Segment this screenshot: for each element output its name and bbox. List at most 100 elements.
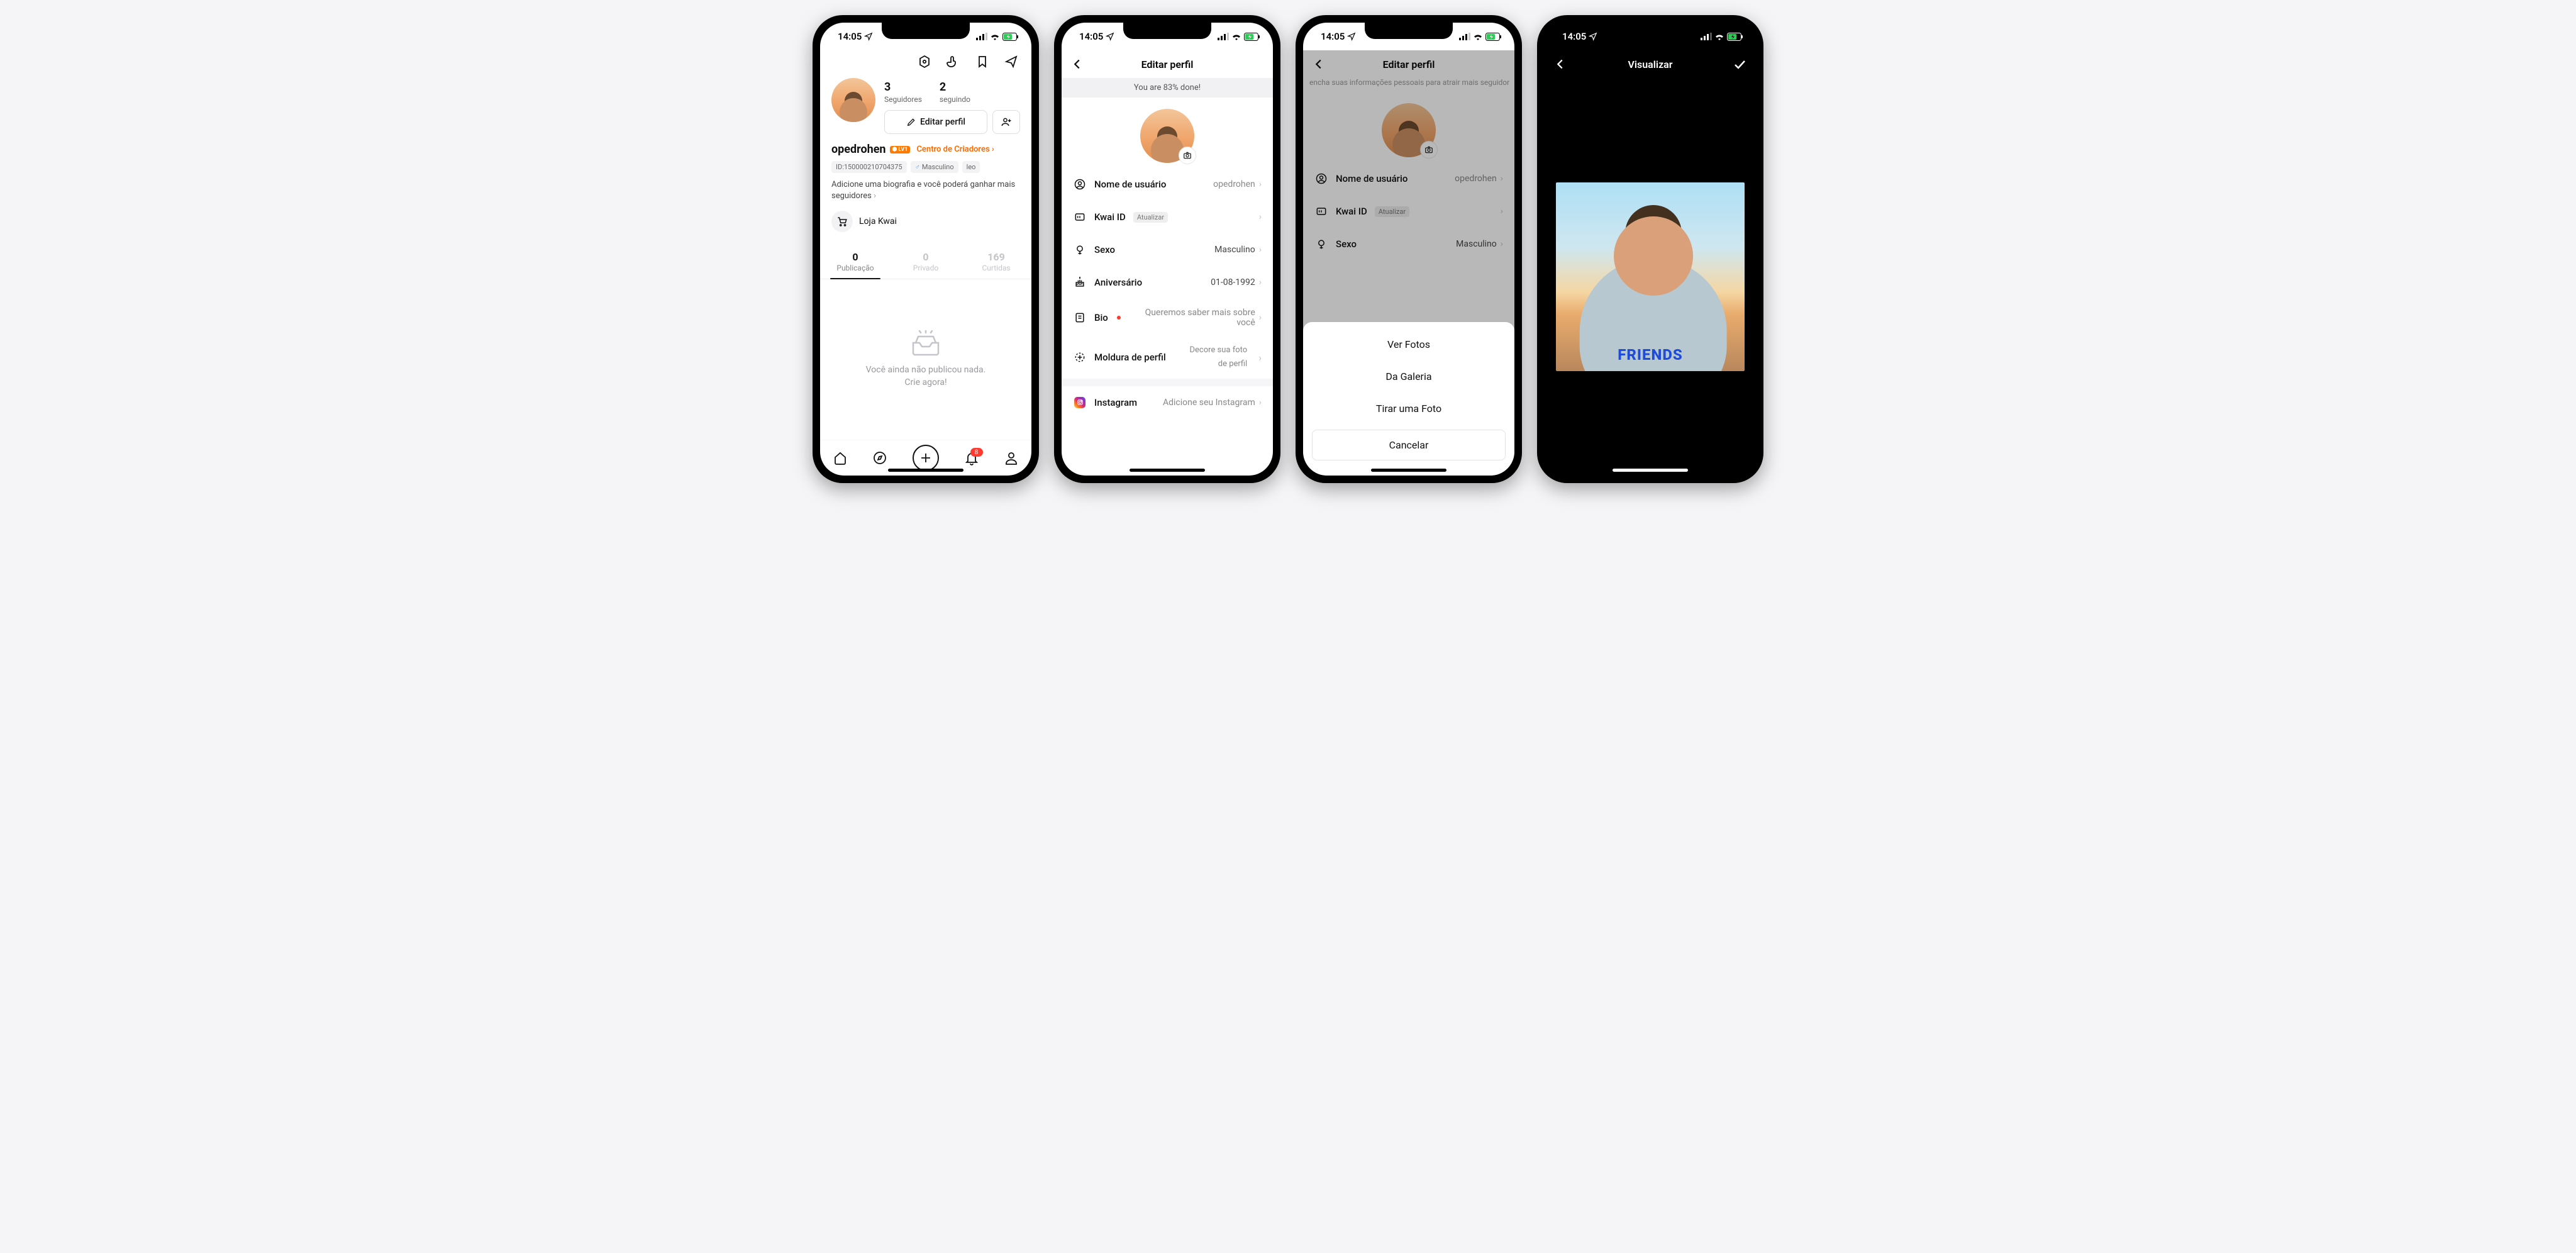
nav-home[interactable] xyxy=(833,450,848,465)
creators-center-link[interactable]: Centro de Criadores › xyxy=(916,145,994,154)
sheet-cancel[interactable]: Cancelar xyxy=(1312,430,1506,460)
back-button[interactable] xyxy=(1070,57,1084,71)
home-indicator[interactable] xyxy=(888,469,963,472)
shirt-text: FRIENDS xyxy=(1618,346,1683,364)
back-button[interactable] xyxy=(1553,57,1567,71)
notch xyxy=(882,23,970,39)
phone-preview: 14:05 Visualizar FRIENDS xyxy=(1537,15,1763,483)
location-arrow-icon xyxy=(1106,32,1114,41)
preview-area[interactable]: FRIENDS xyxy=(1545,78,1756,476)
followers-stat[interactable]: 3 Seguidores xyxy=(884,81,922,104)
location-arrow-icon xyxy=(1347,32,1356,41)
completion-banner: You are 83% done! xyxy=(1062,78,1273,97)
level-badge: ⬢ LV1 xyxy=(890,146,911,153)
nav-notifications[interactable]: 8 xyxy=(964,450,979,465)
wifi-icon xyxy=(1714,33,1724,40)
sheet-take-photo[interactable]: Tirar uma Foto xyxy=(1312,393,1506,425)
cellular-icon xyxy=(1218,33,1229,40)
note-icon xyxy=(1074,311,1086,324)
row-birthday[interactable]: Aniversário 01-08-1992› xyxy=(1062,266,1273,299)
tab-posts[interactable]: 0 Publicação xyxy=(820,246,891,279)
status-indicators xyxy=(976,33,1019,41)
preview-photo: FRIENDS xyxy=(1556,182,1745,371)
nav-profile[interactable] xyxy=(1004,450,1019,465)
home-indicator[interactable] xyxy=(1371,469,1446,472)
id-icon xyxy=(1074,211,1086,223)
username: opedrohen xyxy=(831,143,886,156)
action-sheet: Ver Fotos Da Galeria Tirar uma Foto Canc… xyxy=(1303,322,1514,476)
header: Visualizar xyxy=(1545,50,1756,78)
cellular-icon xyxy=(1701,33,1712,40)
nav-create[interactable] xyxy=(913,445,939,471)
sparkle-circle-icon xyxy=(1074,351,1086,364)
page-title: Editar perfil xyxy=(1141,58,1194,70)
compass-icon xyxy=(872,450,887,465)
wifi-icon xyxy=(1231,33,1241,40)
sheet-from-gallery[interactable]: Da Galeria xyxy=(1312,360,1506,393)
notch xyxy=(1123,23,1211,39)
pointer-icon[interactable] xyxy=(946,54,961,69)
status-time: 14:05 xyxy=(838,31,862,42)
instagram-icon xyxy=(1074,397,1085,408)
chevron-right-icon: › xyxy=(1259,179,1262,189)
chevron-right-icon: › xyxy=(1258,352,1262,364)
chevron-left-icon xyxy=(1070,57,1084,71)
cake-icon xyxy=(1074,276,1086,289)
wifi-icon xyxy=(990,33,1000,40)
row-frame[interactable]: Moldura de perfil Decore sua foto de per… xyxy=(1062,337,1273,379)
header: Editar perfil xyxy=(1062,50,1273,78)
chevron-right-icon: › xyxy=(1259,245,1262,255)
chevron-left-icon xyxy=(1553,57,1567,71)
location-arrow-icon xyxy=(864,32,873,41)
add-friend-button[interactable] xyxy=(992,110,1020,134)
sheet-view-photos[interactable]: Ver Fotos xyxy=(1312,328,1506,360)
cellular-icon xyxy=(976,33,987,40)
avatar[interactable] xyxy=(831,78,875,122)
bookmark-icon[interactable] xyxy=(975,54,990,69)
row-instagram[interactable]: Instagram Adicione seu Instagram› xyxy=(1062,386,1273,419)
avatar-edit[interactable] xyxy=(1062,97,1273,168)
top-actions xyxy=(820,50,1031,75)
page-title: Visualizar xyxy=(1628,58,1672,70)
store-link[interactable]: Loja Kwai xyxy=(820,202,1031,232)
tab-private[interactable]: 0 Privado xyxy=(891,246,961,279)
cellular-icon xyxy=(1459,33,1470,40)
phone-profile: 14:05 3 xyxy=(813,15,1039,483)
edit-profile-button[interactable]: Editar perfil xyxy=(884,110,987,134)
bio-hint[interactable]: Adicione uma biografia e você poderá gan… xyxy=(820,173,1031,202)
battery-icon xyxy=(1485,33,1502,41)
user-circle-icon xyxy=(1074,178,1086,191)
nav-discover[interactable] xyxy=(872,450,887,465)
empty-state: Você ainda não publicou nada. Crie agora… xyxy=(820,279,1031,440)
row-kwai-id[interactable]: Kwai ID Atualizar › xyxy=(1062,201,1273,233)
phone-edit-profile: 14:05 Editar perfil You are 83% done! xyxy=(1054,15,1280,483)
notch xyxy=(1606,23,1694,39)
profile-tabs: 0 Publicação 0 Privado 169 Curtidas xyxy=(820,246,1031,279)
home-indicator[interactable] xyxy=(1130,469,1205,472)
tab-likes[interactable]: 169 Curtidas xyxy=(961,246,1031,279)
battery-icon xyxy=(1002,33,1019,41)
share-icon[interactable] xyxy=(1004,54,1019,69)
add-user-icon xyxy=(1001,116,1012,128)
row-username[interactable]: Nome de usuário opedrohen› xyxy=(1062,168,1273,201)
cart-icon xyxy=(836,216,848,227)
zodiac-tag: leo xyxy=(962,161,980,173)
battery-icon xyxy=(1727,33,1743,41)
chevron-right-icon: › xyxy=(1259,277,1262,287)
home-indicator[interactable] xyxy=(1613,469,1688,472)
gender-icon xyxy=(1074,243,1086,256)
shop-hex-icon[interactable] xyxy=(917,54,932,69)
chevron-right-icon: › xyxy=(1259,212,1262,222)
following-stat[interactable]: 2 seguindo xyxy=(940,81,970,104)
phone-photo-sheet: 14:05 Editar perfil encha suas informaçõ… xyxy=(1296,15,1522,483)
camera-badge xyxy=(1179,147,1196,164)
home-icon xyxy=(833,450,848,465)
confirm-button[interactable] xyxy=(1732,57,1747,72)
profile-icon xyxy=(1004,450,1019,465)
row-bio[interactable]: Bio Queremos saber mais sobre você› xyxy=(1062,299,1273,337)
row-gender[interactable]: Sexo Masculino› xyxy=(1062,233,1273,266)
update-pill: Atualizar xyxy=(1133,212,1168,223)
pencil-icon xyxy=(906,117,916,127)
chevron-right-icon: › xyxy=(874,191,876,201)
attention-dot-icon xyxy=(1117,316,1121,320)
